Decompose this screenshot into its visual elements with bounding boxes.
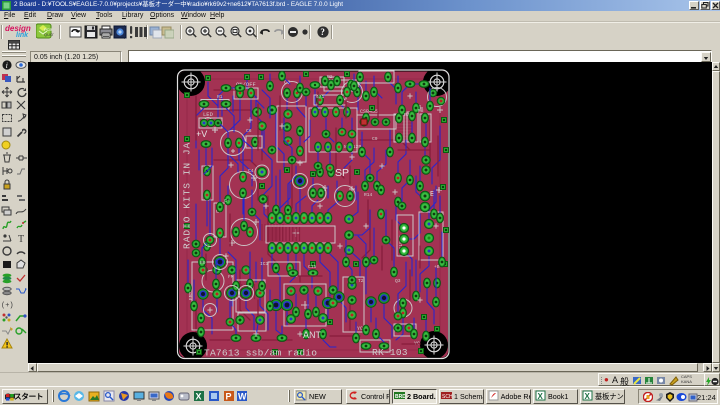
svg-text:R2: R2	[327, 74, 333, 80]
svg-text:R1: R1	[217, 94, 223, 100]
svg-text:T: T	[18, 234, 24, 244]
svg-text:C+: C+	[224, 198, 230, 204]
svg-text:TA7613 ssb/am radio: TA7613 ssb/am radio	[204, 348, 317, 359]
svg-text:+V: +V	[196, 129, 207, 139]
svg-text:R9: R9	[200, 260, 206, 266]
svg-text:FM?: FM?	[188, 291, 194, 300]
svg-text:i: i	[6, 61, 8, 70]
svg-text:C15: C15	[308, 264, 317, 270]
svg-text:W: W	[238, 392, 247, 402]
svg-text:BRD: BRD	[395, 394, 405, 400]
svg-text:T2: T2	[358, 278, 364, 284]
svg-text:X: X	[585, 392, 591, 401]
svg-text:QUOTE: QUOTE	[44, 32, 54, 37]
svg-text:X: X	[196, 392, 202, 402]
svg-text:C4: C4	[248, 168, 254, 174]
svg-text:IC1: IC1	[260, 261, 269, 267]
svg-text:+B: +B	[434, 264, 440, 270]
svg-text:SP: SP	[335, 167, 349, 179]
svg-text:P: P	[226, 392, 232, 402]
svg-text:Q3: Q3	[395, 278, 401, 284]
svg-text:ANT: ANT	[303, 330, 322, 340]
svg-text:RK-103: RK-103	[372, 347, 408, 358]
svg-text:?: ?	[320, 27, 325, 37]
svg-text:link: link	[16, 32, 29, 39]
svg-text:C6: C6	[246, 128, 252, 134]
svg-text:X: X	[538, 392, 544, 401]
svg-text:R14: R14	[364, 192, 373, 198]
svg-text:RADIO KITS IN JA: RADIO KITS IN JA	[182, 142, 193, 249]
svg-text:FM: FM	[228, 274, 234, 280]
svg-text:C9: C9	[372, 136, 378, 142]
svg-text:R7: R7	[404, 112, 410, 118]
svg-text:SCH: SCH	[442, 394, 452, 400]
svg-text:471: 471	[316, 94, 325, 100]
svg-text:R8: R8	[418, 108, 424, 114]
svg-text:(+): (+)	[1, 302, 14, 310]
svg-text:LED: LED	[203, 111, 214, 118]
